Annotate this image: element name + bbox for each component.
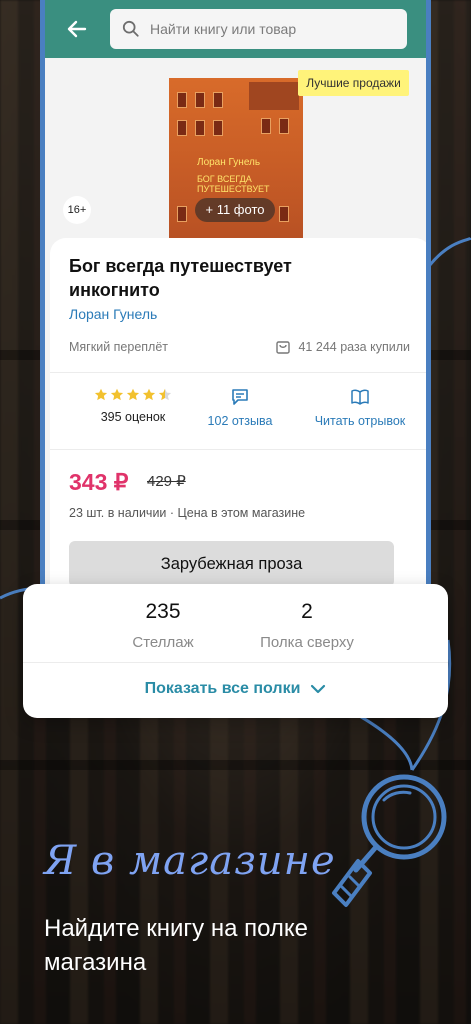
cover-window (279, 206, 289, 222)
search-placeholder: Найти книгу или товар (150, 21, 297, 37)
search-input[interactable]: Найти книгу или товар (110, 9, 407, 49)
read-excerpt-label: Читать отрывок (314, 414, 406, 428)
chevron-down-icon (311, 684, 326, 693)
star-icon (126, 388, 140, 401)
reviews-link[interactable]: 102 отзыва (190, 388, 290, 428)
shelf-number: 2 (301, 600, 313, 623)
cover-window (195, 120, 205, 136)
age-rating-badge: 16+ (63, 196, 91, 224)
divider (50, 449, 426, 450)
cover-title-line: ПУТЕШЕСТВУЕТ (197, 184, 270, 194)
phone-frame: Найти книгу или товар Лоран Гунель БОГ В… (40, 0, 431, 620)
availability-text: 23 шт. в наличии · Цена в этом магазине (69, 506, 306, 520)
old-price: 429 ₽ (147, 473, 186, 490)
search-icon (122, 20, 139, 37)
promo-title: Я в магазине (44, 838, 336, 884)
cover-author: Лоран Гунель (197, 157, 261, 168)
shelf-location-card: 235 Стеллаж 2 Полка сверху Показать все … (23, 584, 448, 718)
product-card: Бог всегда путешествует инкогнито Лоран … (50, 238, 426, 620)
photos-count-badge[interactable]: + 11 фото (195, 198, 275, 222)
show-all-shelves-button[interactable]: Показать все полки (23, 680, 448, 698)
shelf-info: 2 Полка сверху (217, 600, 397, 651)
divider (23, 662, 448, 663)
stats-row: 395 оценок 102 отзыва Читать отрывок (50, 388, 426, 448)
ratings-count: 395 оценок (100, 410, 166, 424)
cover-window (213, 92, 223, 108)
star-icon (142, 388, 156, 401)
cover-window (177, 120, 187, 136)
star-icon (110, 388, 124, 401)
show-all-shelves-label: Показать все полки (144, 680, 301, 697)
binding-type: Мягкий переплёт (69, 340, 169, 354)
magnifier-icon (332, 774, 447, 907)
cover-window (177, 92, 187, 108)
purchase-count-text: 41 244 раза купили (298, 339, 410, 354)
reviews-count: 102 отзыва (207, 414, 273, 428)
cover-title-line: БОГ ВСЕГДА (197, 174, 252, 184)
rating-block[interactable]: 395 оценок (78, 388, 188, 424)
shelf-label: Полка сверху (260, 634, 354, 651)
cover-text: Лоран Гунель БОГ ВСЕГДА ПУТЕШЕСТВУЕТ (197, 157, 270, 195)
top-bar: Найти книгу или товар (45, 0, 426, 58)
current-price: 343 ₽ (69, 469, 129, 495)
cover-window (177, 206, 187, 222)
genre-button[interactable]: Зарубежная проза (69, 541, 394, 587)
star-icon (94, 388, 108, 401)
product-title: Бог всегда путешествует инкогнито (69, 256, 292, 300)
author-link[interactable]: Лоран Гунель (69, 306, 157, 322)
cover-window (261, 118, 271, 134)
divider (50, 372, 426, 373)
promo-subtitle: Найдите книгу на полке магазина (44, 915, 309, 976)
purchase-count: 41 244 раза купили (276, 339, 410, 354)
bestseller-badge: Лучшие продажи (298, 70, 409, 96)
read-excerpt-link[interactable]: Читать отрывок (300, 388, 420, 428)
app-screen: Найти книгу или товар Лоран Гунель БОГ В… (45, 0, 426, 620)
chat-icon (232, 389, 248, 405)
rating-stars (78, 388, 188, 402)
half-star-icon (158, 388, 172, 401)
cover-window (213, 120, 223, 136)
shopping-bag-icon (276, 341, 291, 354)
cover-window (279, 118, 289, 134)
back-arrow-icon[interactable] (65, 17, 89, 41)
open-book-icon (351, 389, 369, 405)
cover-window (195, 92, 205, 108)
cover-roof-art (249, 82, 299, 110)
